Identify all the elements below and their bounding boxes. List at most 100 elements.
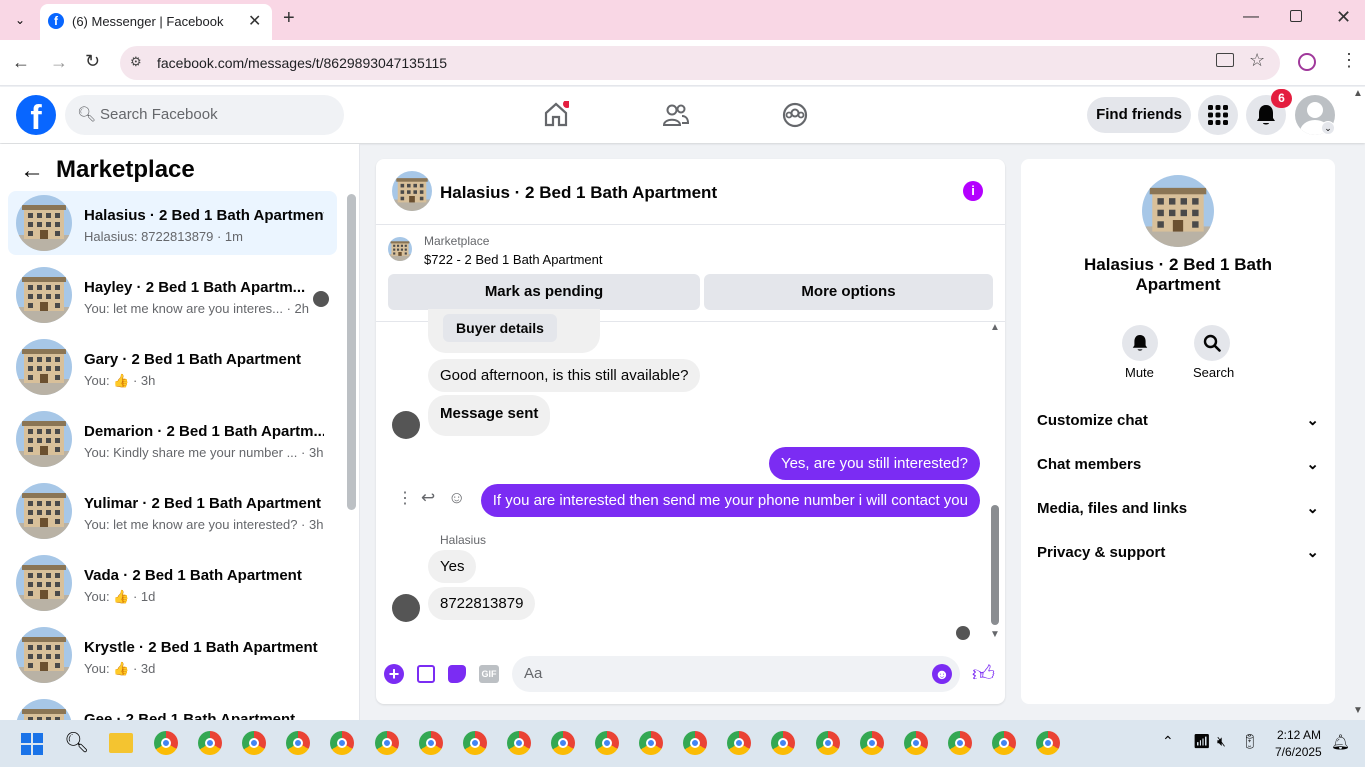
info-icon[interactable]: i	[963, 181, 983, 201]
sender-avatar[interactable]	[392, 594, 420, 622]
windows-start-icon[interactable]	[21, 733, 43, 755]
media-files-links-row[interactable]: Media, files and links ⌄	[1037, 486, 1319, 530]
chat-list-item[interactable]: Gee · 2 Bed 1 Bath Apartment	[8, 695, 337, 720]
message-input[interactable]: Aa ☻	[512, 656, 960, 692]
chat-members-row[interactable]: Chat members ⌄	[1037, 442, 1319, 486]
chat-avatar[interactable]	[392, 171, 432, 211]
url-field[interactable]: ⚙ facebook.com/messages/t/86298930471351…	[120, 46, 1280, 80]
mute-bell-icon[interactable]	[1122, 325, 1158, 361]
chrome-taskbar-icon[interactable]	[991, 731, 1016, 755]
chrome-taskbar-icon[interactable]	[947, 731, 972, 755]
message-more-icon[interactable]: ⋮	[397, 488, 413, 508]
chrome-taskbar-icon[interactable]	[815, 731, 840, 755]
react-icon[interactable]: ☺	[448, 488, 465, 508]
reply-icon[interactable]: ↩	[421, 488, 435, 508]
chat-title[interactable]: Halasius · 2 Bed 1 Bath Apartment	[440, 183, 717, 203]
file-explorer-icon[interactable]	[109, 733, 133, 753]
more-options-button[interactable]: More options	[704, 274, 993, 310]
chat-list-name: Demarion · 2 Bed 1 Bath Apartm...	[84, 423, 324, 440]
profile-icon[interactable]	[1298, 53, 1316, 71]
chat-list-name: Halasius · 2 Bed 1 Bath Apartment	[84, 207, 324, 224]
clock-time[interactable]: 2:12 AM	[1277, 728, 1321, 742]
install-app-icon[interactable]	[1216, 53, 1234, 67]
chrome-taskbar-icon[interactable]	[198, 731, 223, 755]
tab-search-icon[interactable]: ⌄	[8, 8, 32, 32]
chrome-taskbar-icon[interactable]	[242, 731, 267, 755]
menu-grid-icon[interactable]	[1198, 95, 1238, 135]
restore-icon[interactable]	[1290, 10, 1302, 22]
home-icon[interactable]	[543, 101, 569, 127]
groups-icon[interactable]	[782, 102, 808, 128]
scroll-up-arrow-icon[interactable]: ▲	[990, 322, 1000, 333]
my-message-bubble: Yes, are you still interested?	[768, 447, 980, 480]
chat-list-scrollbar[interactable]	[347, 194, 356, 510]
browser-menu-icon[interactable]: ⋮	[1340, 50, 1358, 71]
tray-chevron-icon[interactable]: ⌃	[1162, 733, 1174, 750]
minimize-icon[interactable]: —	[1243, 8, 1259, 26]
search-in-chat-icon[interactable]	[1194, 325, 1230, 361]
photo-icon[interactable]	[417, 665, 435, 683]
chrome-taskbar-icon[interactable]	[506, 731, 531, 755]
reload-icon[interactable]: ↻	[85, 51, 100, 72]
close-window-icon[interactable]: ✕	[1336, 7, 1351, 28]
facebook-logo-icon[interactable]: f	[16, 95, 56, 135]
chrome-taskbar-icon[interactable]	[639, 731, 664, 755]
messages-scrollbar[interactable]	[991, 505, 999, 625]
chrome-taskbar-icon[interactable]	[683, 731, 708, 755]
search-placeholder: Search Facebook	[100, 106, 218, 123]
volume-muted-icon[interactable]: 🔇︎	[1217, 733, 1226, 750]
chat-list-item[interactable]: Krystle · 2 Bed 1 Bath Apartment You: 👍 ·…	[8, 623, 337, 687]
info-avatar[interactable]	[1142, 175, 1214, 247]
privacy-support-row[interactable]: Privacy & support ⌄	[1037, 530, 1319, 574]
chrome-taskbar-icon[interactable]	[595, 731, 619, 755]
chat-list-name: Gee · 2 Bed 1 Bath Apartment	[84, 711, 296, 720]
chrome-taskbar-icon[interactable]	[462, 731, 487, 755]
close-tab-icon[interactable]: ✕	[248, 11, 261, 31]
new-tab-icon[interactable]: +	[283, 7, 295, 30]
chrome-taskbar-icon[interactable]	[550, 731, 575, 755]
buyer-details-button[interactable]: Buyer details	[443, 314, 557, 342]
active-tab[interactable]: f (6) Messenger | Facebook ✕	[40, 4, 272, 40]
find-friends-button[interactable]: Find friends	[1087, 97, 1191, 133]
page-scroll-up-icon[interactable]: ▲	[1353, 88, 1363, 99]
sender-avatar[interactable]	[392, 411, 420, 439]
scroll-down-arrow-icon[interactable]: ▼	[990, 629, 1000, 640]
chat-list-item[interactable]: Gary · 2 Bed 1 Bath Apartment You: 👍 · 3h	[8, 335, 337, 399]
search-input[interactable]: 🔍︎ Search Facebook	[65, 95, 344, 135]
customize-chat-row[interactable]: Customize chat ⌄	[1037, 398, 1319, 442]
mark-pending-button[interactable]: Mark as pending	[388, 274, 700, 310]
sticker-icon[interactable]	[448, 665, 466, 683]
chat-list-item[interactable]: Yulimar · 2 Bed 1 Bath Apartment You: let…	[8, 479, 337, 543]
page-scroll-down-icon[interactable]: ▼	[1353, 705, 1363, 716]
site-info-icon[interactable]: ⚙	[130, 54, 142, 70]
add-attachment-icon[interactable]: +	[384, 664, 404, 684]
chrome-taskbar-icon[interactable]	[154, 731, 178, 755]
notification-center-icon[interactable]: 🔔︎	[1331, 733, 1350, 751]
gif-icon[interactable]: GIF	[479, 665, 499, 683]
chrome-taskbar-icon[interactable]	[1036, 731, 1060, 755]
account-chevron-icon[interactable]: ⌄	[1321, 121, 1335, 135]
wifi-icon[interactable]: 📶︎	[1193, 733, 1211, 750]
taskbar-search-icon[interactable]: 🔍︎	[64, 730, 89, 755]
chat-list-preview: You: let me know are you interes... · 2h	[84, 301, 309, 316]
chrome-taskbar-icon[interactable]	[418, 731, 443, 755]
friends-icon[interactable]	[663, 103, 689, 127]
chrome-taskbar-icon[interactable]	[903, 731, 928, 755]
chat-list-item[interactable]: Hayley · 2 Bed 1 Bath Apartm... You: let …	[8, 263, 337, 327]
bookmark-star-icon[interactable]: ☆	[1249, 50, 1265, 71]
like-thumb-icon[interactable]: 👍︎	[972, 660, 995, 687]
back-arrow-icon[interactable]: ←	[20, 157, 44, 185]
search-label[interactable]: Search	[1193, 365, 1234, 380]
mute-label[interactable]: Mute	[1125, 365, 1154, 380]
forward-icon[interactable]: →	[50, 52, 68, 73]
back-icon[interactable]: ←	[12, 52, 30, 73]
chat-list-item[interactable]: Demarion · 2 Bed 1 Bath Apartm... You: Ki…	[8, 407, 337, 471]
clock-date[interactable]: 7/6/2025	[1275, 745, 1322, 759]
battery-icon[interactable]: 🔋︎	[1241, 733, 1259, 750]
chat-list-item[interactable]: Vada · 2 Bed 1 Bath Apartment You: 👍 · 1d	[8, 551, 337, 615]
chat-list-item[interactable]: Halasius · 2 Bed 1 Bath Apartment Halasiu…	[8, 191, 337, 255]
chrome-taskbar-icon[interactable]	[374, 731, 399, 755]
listing-title[interactable]: $722 - 2 Bed 1 Bath Apartment	[424, 252, 603, 267]
chrome-taskbar-icon[interactable]	[859, 731, 884, 755]
emoji-icon[interactable]: ☻	[932, 664, 952, 684]
